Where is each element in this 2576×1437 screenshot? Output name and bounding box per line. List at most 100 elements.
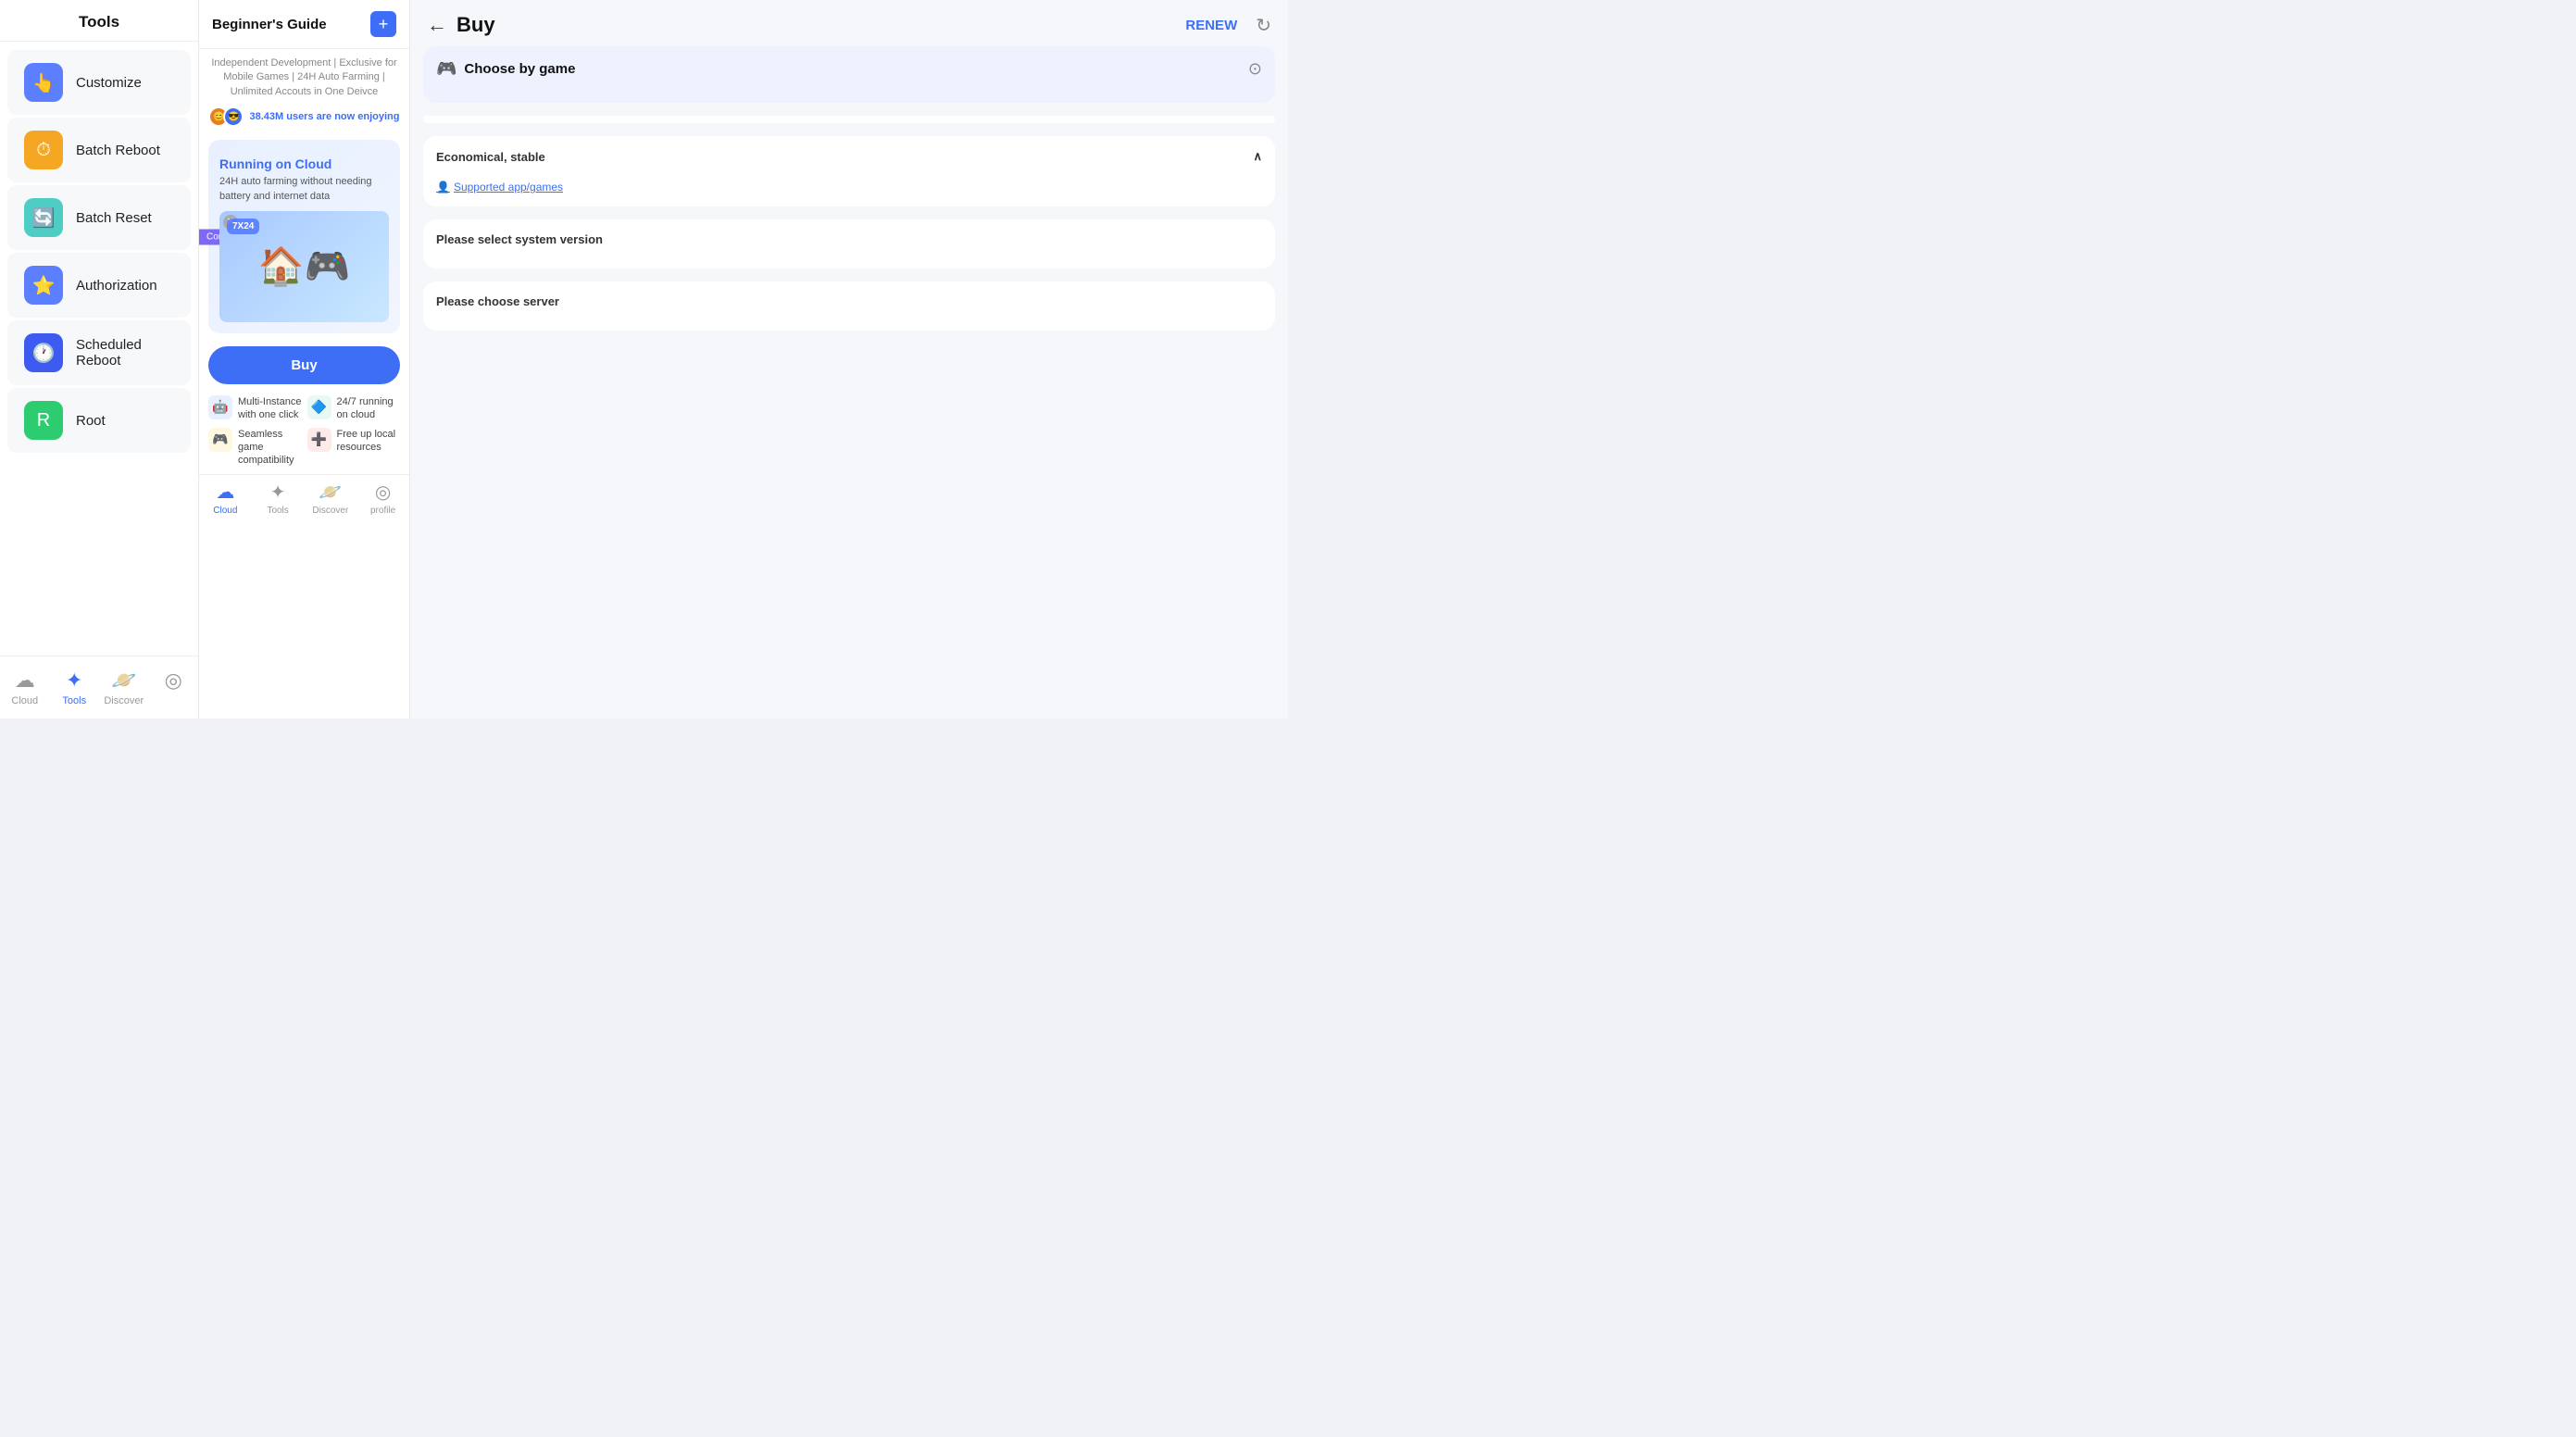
vip-tabs [423, 116, 1275, 123]
version-label: Please select system version [436, 232, 1262, 246]
middle-nav-cloud[interactable]: ☁ Cloud [199, 481, 252, 516]
game-controller-icon: 🎮 [436, 59, 456, 79]
tool-label-customize: Customize [76, 75, 142, 91]
discover-mid-icon: 🪐 [319, 481, 342, 504]
feature-item-3: ➕ Free up local resources [307, 428, 401, 468]
tools-mid-icon: ✦ [270, 481, 286, 504]
right-header: ← Buy RENEW ↻ [410, 0, 1288, 46]
feature-text-2: Seamless game compatibility [238, 428, 302, 468]
tools-title: Tools [0, 0, 198, 42]
specs-label: Economical, stable ∧ [436, 149, 1262, 164]
middle-nav-discover[interactable]: 🪐 Discover [305, 481, 357, 516]
left-nav-tools[interactable]: ✦ Tools [50, 664, 100, 711]
middle-nav-tools[interactable]: ✦ Tools [252, 481, 305, 516]
tool-icon-batch-reset: 🔄 [24, 198, 63, 237]
tool-item-batch-reset[interactable]: 🔄 Batch Reset [7, 185, 191, 250]
banner-tag: 7X24 [227, 219, 259, 234]
guide-add-button[interactable]: + [370, 11, 396, 37]
section-title: 🎮 Choose by game [436, 59, 575, 79]
tool-label-scheduled-reboot: Scheduled Reboot [76, 337, 174, 369]
left-bottom-nav: ☁ Cloud ✦ Tools 🪐 Discover ◎ [0, 656, 198, 718]
banner-title: Running on Cloud [219, 156, 389, 171]
back-button[interactable]: ← [427, 13, 447, 37]
feature-icon-1: 🔷 [307, 395, 331, 419]
left-nav-cloud[interactable]: ☁ Cloud [0, 664, 50, 711]
tool-item-scheduled-reboot[interactable]: 🕐 Scheduled Reboot [7, 320, 191, 385]
middle-bottom-nav: ☁ Cloud ✦ Tools 🪐 Discover ◎ profile [199, 474, 409, 521]
feature-item-2: 🎮 Seamless game compatibility [208, 428, 302, 468]
expand-icon[interactable]: ⊙ [1248, 59, 1262, 79]
right-panel: ← Buy RENEW ↻ 🎮 Choose by game ⊙ [410, 0, 1288, 718]
left-nav-profile[interactable]: ◎ [149, 664, 199, 711]
supported-icon: 👤 [436, 181, 450, 194]
tool-item-customize[interactable]: 👆 Customize [7, 50, 191, 115]
right-content: 🎮 Choose by game ⊙ Economical, stable ∧ [410, 46, 1288, 356]
tool-item-authorization[interactable]: ⭐ Authorization [7, 253, 191, 318]
middle-nav-label-profile: profile [370, 506, 395, 516]
tool-label-batch-reboot: Batch Reboot [76, 143, 160, 158]
feature-text-1: 24/7 running on cloud [337, 395, 401, 422]
feature-text-3: Free up local resources [337, 428, 401, 455]
economical-stable-label: Economical, stable [436, 150, 545, 164]
left-nav-discover[interactable]: 🪐 Discover [99, 664, 149, 711]
supported-link[interactable]: 👤 Supported app/games [436, 181, 1262, 194]
feature-item-1: 🔷 24/7 running on cloud [307, 395, 401, 422]
features-grid: 🤖 Multi-Instance with one click 🔷 24/7 r… [199, 392, 409, 474]
banner-desc: 24H auto farming without needing battery… [219, 175, 389, 204]
middle-nav-profile[interactable]: ◎ profile [356, 481, 409, 516]
server-label: Please choose server [436, 294, 1262, 308]
tool-icon-authorization: ⭐ [24, 266, 63, 305]
section-header: 🎮 Choose by game ⊙ [436, 59, 1262, 79]
guide-title: Beginner's Guide [212, 17, 327, 32]
cloud-mid-icon: ☁ [216, 481, 234, 504]
left-nav-label-cloud: Cloud [11, 695, 38, 706]
middle-nav-label-discover: Discover [312, 506, 348, 516]
feature-text-0: Multi-Instance with one click [238, 395, 302, 422]
middle-nav-label-cloud: Cloud [213, 506, 237, 516]
tool-item-root[interactable]: R Root [7, 388, 191, 453]
server-section: Please choose server [423, 281, 1275, 331]
tool-icon-customize: 👆 [24, 63, 63, 102]
choose-game-section: 🎮 Choose by game ⊙ [423, 46, 1275, 103]
cloud-icon: ☁ [15, 669, 35, 693]
feature-icon-2: 🎮 [208, 428, 232, 452]
profile-mid-icon: ◎ [375, 481, 391, 504]
choose-game-label: Choose by game [464, 61, 575, 77]
tool-icon-batch-reboot: ⏱ [24, 131, 63, 169]
banner-card: Community Running on Cloud 24H auto farm… [208, 140, 400, 333]
avatar-2: 😎 [223, 106, 244, 127]
users-row: 😊 😎 38.43M users are now enjoying [199, 103, 409, 134]
tool-icon-scheduled-reboot: 🕐 [24, 333, 63, 372]
refresh-button[interactable]: ↻ [1256, 14, 1271, 37]
tool-label-root: Root [76, 413, 106, 429]
banner-image: ✕ 7X24 🏠🎮 [219, 211, 389, 322]
version-section: Please select system version [423, 219, 1275, 269]
left-nav-label-tools: Tools [62, 695, 86, 706]
renew-button[interactable]: RENEW [1185, 18, 1237, 33]
discover-icon: 🪐 [111, 669, 136, 693]
users-count-text: 38.43M users are now enjoying [249, 111, 399, 122]
tool-list: 👆 Customize ⏱ Batch Reboot 🔄 Batch Reset… [0, 42, 198, 656]
banner-game-image: 🏠🎮 [258, 244, 351, 288]
middle-panel: Beginner's Guide + Independent Developme… [199, 0, 410, 718]
tool-label-authorization: Authorization [76, 278, 157, 294]
right-title: Buy [456, 13, 1176, 37]
guide-subtitle: Independent Development | Exclusive for … [199, 49, 409, 103]
tools-icon: ✦ [66, 669, 82, 693]
users-count: 38.43M users are now enjoying [249, 111, 399, 122]
buy-button-middle[interactable]: Buy [208, 346, 400, 384]
supported-text: Supported app/games [454, 181, 563, 194]
specs-section: Economical, stable ∧ 👤 Supported app/gam… [423, 136, 1275, 206]
feature-item-0: 🤖 Multi-Instance with one click [208, 395, 302, 422]
feature-icon-3: ➕ [307, 428, 331, 452]
user-avatars: 😊 😎 [208, 106, 244, 127]
left-panel: Tools 👆 Customize ⏱ Batch Reboot 🔄 Batch… [0, 0, 199, 718]
tool-label-batch-reset: Batch Reset [76, 210, 152, 226]
tool-icon-root: R [24, 401, 63, 440]
tool-item-batch-reboot[interactable]: ⏱ Batch Reboot [7, 118, 191, 182]
left-nav-label-discover: Discover [104, 695, 144, 706]
guide-header: Beginner's Guide + [199, 0, 409, 49]
middle-nav-label-tools: Tools [267, 506, 288, 516]
collapse-icon[interactable]: ∧ [1253, 149, 1262, 164]
profile-icon: ◎ [165, 669, 182, 693]
